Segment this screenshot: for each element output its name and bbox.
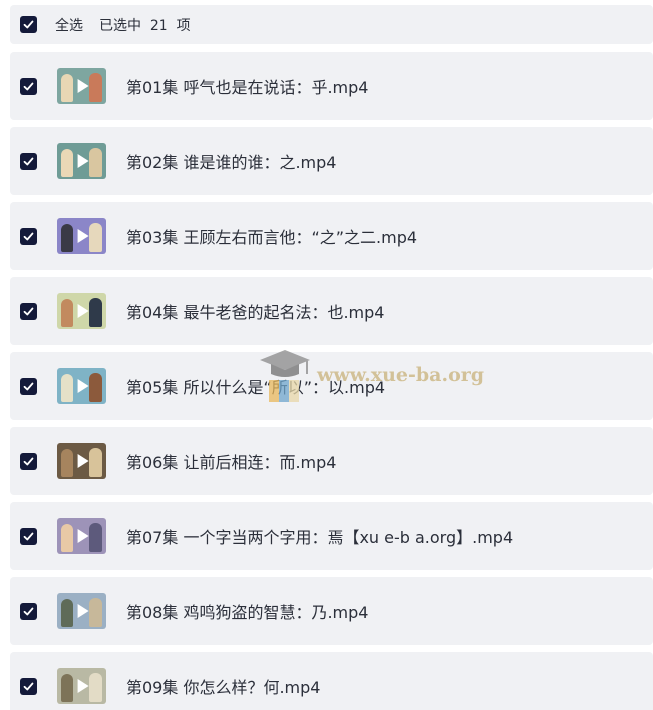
thumbnail-figure — [61, 74, 73, 102]
file-row[interactable]: 第03集 王顾左右而言他：“之”之二.mp4 — [10, 202, 653, 270]
select-all-bar: 全选 已选中 21 项 — [10, 5, 653, 44]
play-icon — [77, 304, 89, 318]
thumbnail-figure — [61, 149, 73, 177]
file-row[interactable]: 第07集 一个字当两个字用：焉【xu e-b a.org】.mp4 — [10, 502, 653, 570]
selected-count-text: 已选中 21 项 — [99, 17, 191, 34]
thumbnail-figure — [61, 299, 73, 327]
file-row[interactable]: 第05集 所以什么是“所以”：以.mp4 — [10, 352, 653, 420]
check-icon — [23, 232, 34, 240]
file-title[interactable]: 第01集 呼气也是在说话：乎.mp4 — [126, 74, 368, 98]
file-row[interactable]: 第06集 让前后相连：而.mp4 — [10, 427, 653, 495]
file-title[interactable]: 第02集 谁是谁的谁：之.mp4 — [126, 149, 336, 173]
thumbnail-figure — [89, 223, 102, 252]
file-row[interactable]: 第02集 谁是谁的谁：之.mp4 — [10, 127, 653, 195]
file-selection-list: 全选 已选中 21 项 第01集 呼气也是在说话：乎.mp4 第02集 谁是谁的谁… — [0, 0, 653, 710]
thumbnail-figure — [89, 523, 102, 552]
check-icon — [23, 82, 34, 90]
thumbnail-figure — [61, 449, 73, 477]
check-icon — [23, 682, 34, 690]
file-row[interactable]: 第04集 最牛老爸的起名法：也.mp4 — [10, 277, 653, 345]
check-icon — [23, 307, 34, 315]
file-checkbox[interactable] — [20, 302, 37, 320]
file-checkbox[interactable] — [20, 227, 37, 245]
video-thumbnail[interactable] — [57, 518, 106, 554]
video-thumbnail[interactable] — [57, 593, 106, 629]
video-thumbnail[interactable] — [57, 218, 106, 254]
file-checkbox[interactable] — [20, 602, 37, 620]
thumbnail-figure — [89, 73, 102, 102]
file-checkbox[interactable] — [20, 77, 37, 95]
video-thumbnail[interactable] — [57, 68, 106, 104]
file-row[interactable]: 第01集 呼气也是在说话：乎.mp4 — [10, 52, 653, 120]
thumbnail-figure — [89, 148, 102, 177]
file-title[interactable]: 第08集 鸡鸣狗盗的智慧：乃.mp4 — [126, 599, 368, 623]
thumbnail-figure — [61, 374, 73, 402]
video-thumbnail[interactable] — [57, 368, 106, 404]
video-thumbnail[interactable] — [57, 443, 106, 479]
thumbnail-figure — [61, 674, 73, 702]
play-icon — [77, 154, 89, 168]
video-thumbnail[interactable] — [57, 143, 106, 179]
play-icon — [77, 679, 89, 693]
check-icon — [23, 457, 34, 465]
thumbnail-figure — [61, 224, 73, 252]
video-thumbnail[interactable] — [57, 293, 106, 329]
select-all-checkbox[interactable] — [20, 16, 37, 33]
play-icon — [77, 229, 89, 243]
file-checkbox[interactable] — [20, 677, 37, 695]
file-title[interactable]: 第03集 王顾左右而言他：“之”之二.mp4 — [126, 224, 417, 248]
file-checkbox[interactable] — [20, 152, 37, 170]
thumbnail-figure — [89, 373, 102, 402]
file-title[interactable]: 第09集 你怎么样？何.mp4 — [126, 674, 320, 698]
check-icon — [23, 20, 34, 29]
thumbnail-figure — [61, 524, 73, 552]
file-row[interactable]: 第09集 你怎么样？何.mp4 — [10, 652, 653, 710]
file-title[interactable]: 第05集 所以什么是“所以”：以.mp4 — [126, 374, 385, 398]
file-row[interactable]: 第08集 鸡鸣狗盗的智慧：乃.mp4 — [10, 577, 653, 645]
file-title[interactable]: 第06集 让前后相连：而.mp4 — [126, 449, 336, 473]
check-icon — [23, 382, 34, 390]
file-checkbox[interactable] — [20, 452, 37, 470]
thumbnail-figure — [89, 298, 102, 327]
file-checkbox[interactable] — [20, 527, 37, 545]
file-title[interactable]: 第07集 一个字当两个字用：焉【xu e-b a.org】.mp4 — [126, 524, 513, 548]
check-icon — [23, 157, 34, 165]
file-title[interactable]: 第04集 最牛老爸的起名法：也.mp4 — [126, 299, 384, 323]
select-all-label[interactable]: 全选 — [55, 15, 83, 35]
play-icon — [77, 379, 89, 393]
thumbnail-figure — [89, 673, 102, 702]
play-icon — [77, 454, 89, 468]
play-icon — [77, 604, 89, 618]
thumbnail-figure — [89, 598, 102, 627]
thumbnail-figure — [61, 599, 73, 627]
check-icon — [23, 607, 34, 615]
play-icon — [77, 529, 89, 543]
video-thumbnail[interactable] — [57, 668, 106, 704]
file-checkbox[interactable] — [20, 377, 37, 395]
check-icon — [23, 532, 34, 540]
thumbnail-figure — [89, 448, 102, 477]
play-icon — [77, 79, 89, 93]
